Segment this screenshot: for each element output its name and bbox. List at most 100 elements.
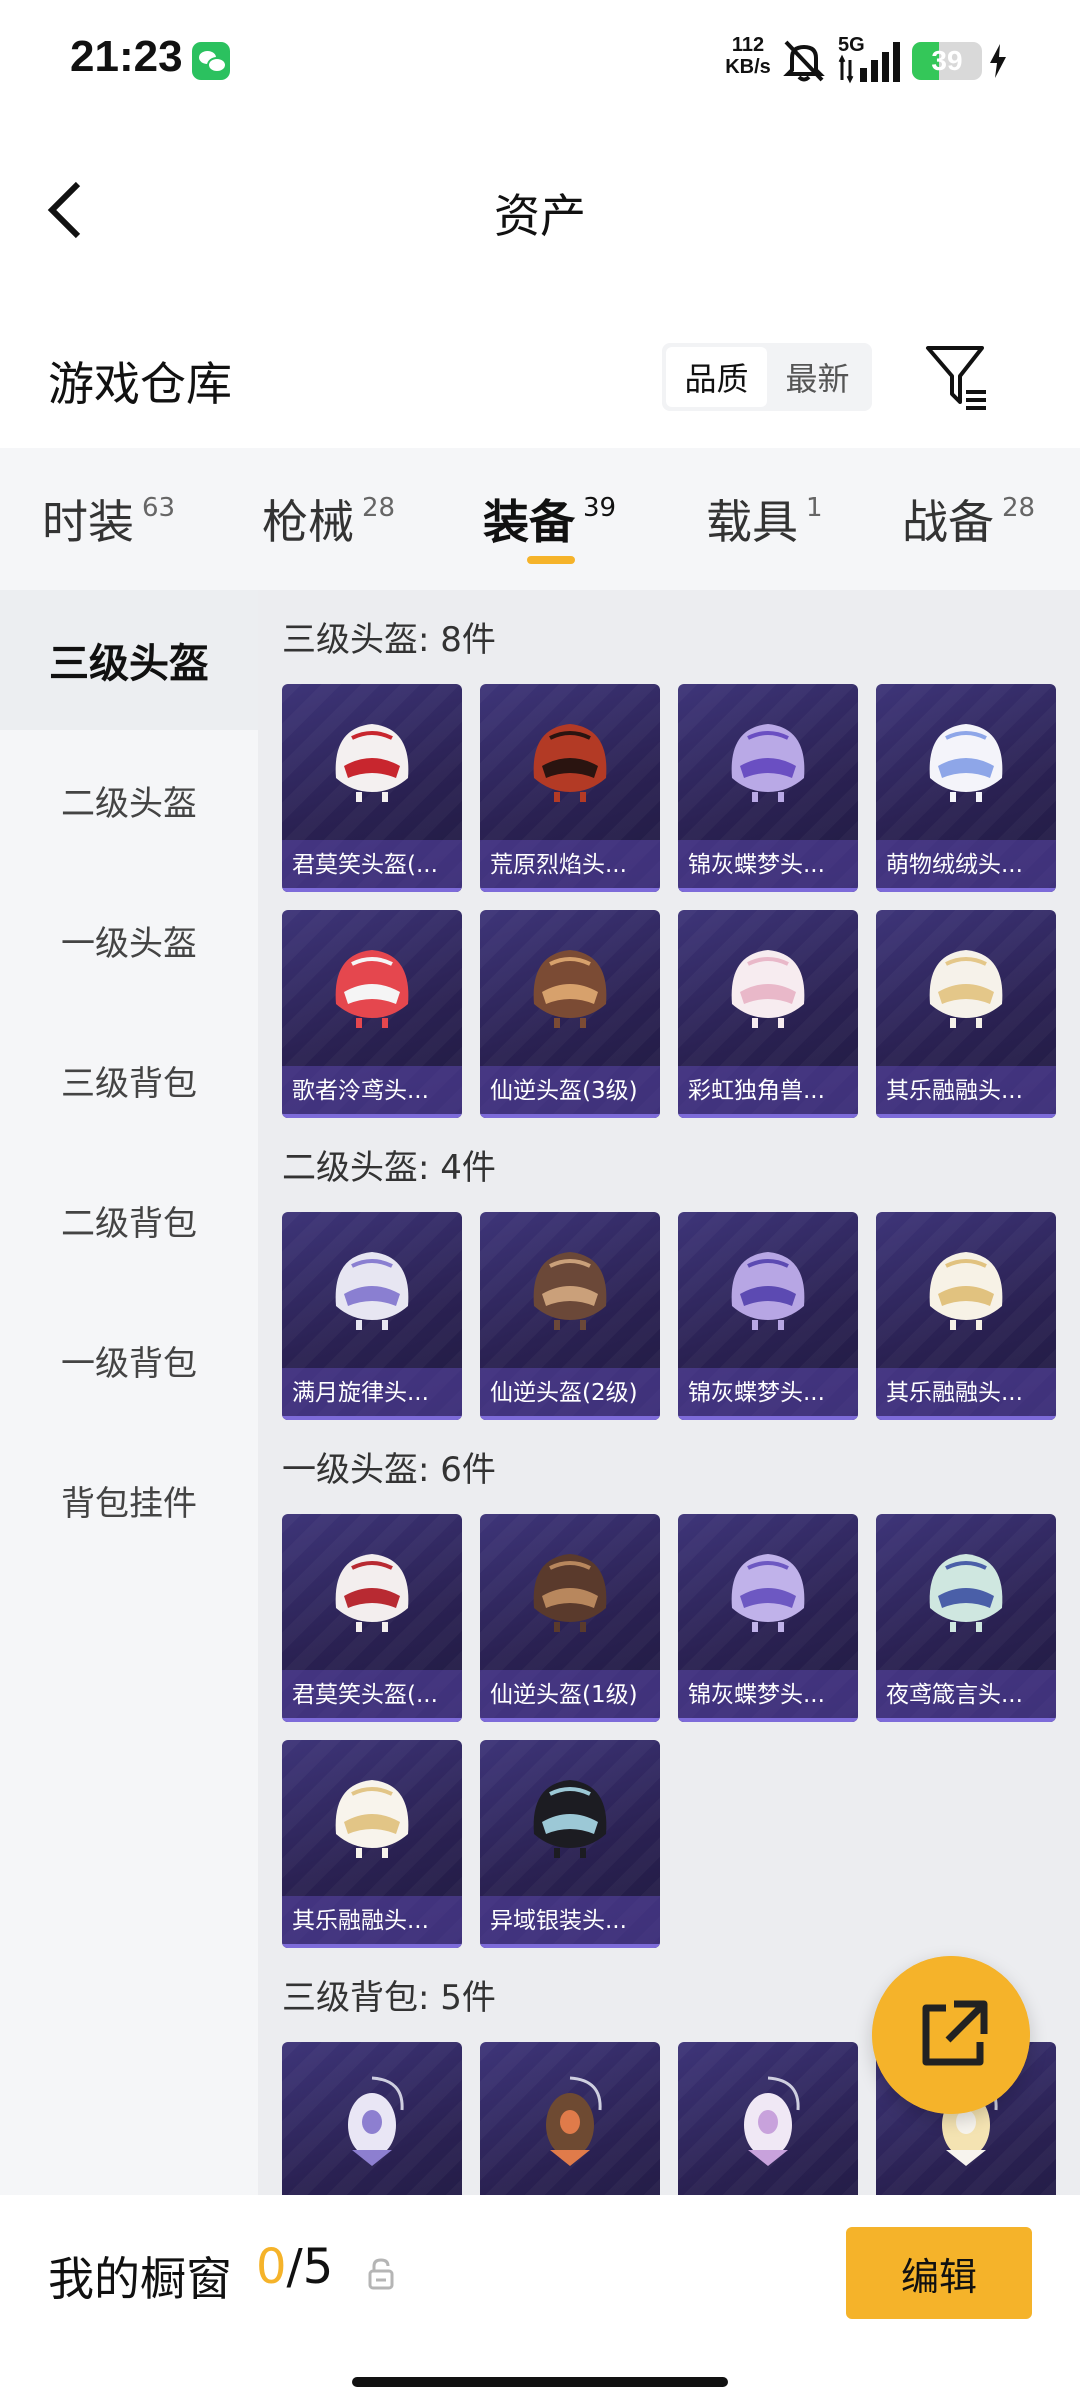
- kite-helmet-icon: [929, 1554, 1003, 1632]
- section-title: 一级头盔: 6件: [282, 1450, 496, 1490]
- item-card[interactable]: 其乐融融头...: [876, 910, 1056, 1118]
- share-button[interactable]: [872, 1956, 1030, 2114]
- item-card[interactable]: 君莫笑头盔(...: [282, 684, 462, 892]
- cream-helmet-icon: [335, 1780, 409, 1858]
- sort-newest-option[interactable]: 最新: [767, 347, 868, 407]
- cream-helmet-icon: [929, 950, 1003, 1028]
- dragon-helmet-icon: [533, 1252, 607, 1330]
- item-card[interactable]: 夜鸢箴言头...: [876, 1514, 1056, 1722]
- sort-quality-option[interactable]: 品质: [666, 347, 767, 407]
- item-card[interactable]: 锦灰蝶梦头...: [678, 684, 858, 892]
- item-card[interactable]: 其乐融融头...: [282, 1740, 462, 1948]
- equipment-sidebar: 三级头盔 二级头盔 一级头盔 三级背包 二级背包 一级背包 背包挂件: [0, 590, 258, 2195]
- item-card[interactable]: 锦灰蝶梦头...: [678, 1212, 858, 1420]
- singer-helmet-icon: [335, 950, 409, 1028]
- tab-firearms[interactable]: 枪械 28: [262, 448, 395, 590]
- showcase-bar: 我的橱窗 0/5 编辑: [0, 2195, 1080, 2403]
- section-title: 三级背包: 5件: [282, 1978, 496, 2018]
- sidebar-item-level1-backpack[interactable]: 一级背包: [0, 1290, 258, 1430]
- item-card[interactable]: 彩虹独角兽...: [678, 910, 858, 1118]
- item-card[interactable]: 君莫笑头盔(...: [282, 1514, 462, 1722]
- item-card[interactable]: 歌者泠鸢头...: [282, 910, 462, 1118]
- item-label: 异域银装头...: [480, 1896, 660, 1948]
- tab-vehicles[interactable]: 载具 1: [706, 448, 823, 590]
- item-card[interactable]: 异域银装头...: [480, 1740, 660, 1948]
- mute-bell-icon: [783, 40, 825, 82]
- tab-label: 战备: [902, 495, 994, 549]
- item-label: 锦灰蝶梦头...: [678, 1670, 858, 1722]
- tab-fashion[interactable]: 时装 63: [42, 448, 175, 590]
- item-label: 君莫笑头盔(...: [282, 1670, 462, 1722]
- item-label: 其乐融融头...: [282, 1896, 462, 1948]
- butterfly-helmet-icon: [731, 1252, 805, 1330]
- page-title: 资产: [494, 189, 586, 243]
- unicorn-helmet-icon: [731, 950, 805, 1028]
- moon-helmet-icon: [335, 1252, 409, 1330]
- tab-label: 载具: [706, 495, 798, 549]
- item-label: 萌物绒绒头...: [876, 840, 1056, 892]
- battery-indicator: 39: [912, 42, 982, 80]
- edit-button[interactable]: 编辑: [846, 2227, 1032, 2319]
- sidebar-item-level2-helmet[interactable]: 二级头盔: [0, 730, 258, 870]
- tab-label: 装备: [483, 495, 575, 549]
- wechat-notification-icon: [192, 42, 230, 80]
- item-label: 仙逆头盔(1级): [480, 1670, 660, 1722]
- red-white-helmet-icon: [335, 1554, 409, 1632]
- sidebar-item-level3-backpack[interactable]: 三级背包: [0, 1010, 258, 1150]
- item-card[interactable]: 荒原烈焰头...: [480, 684, 660, 892]
- item-card[interactable]: 其乐融融头...: [876, 1212, 1056, 1420]
- showcase-total: /5: [286, 2239, 334, 2295]
- item-card[interactable]: 满月旋律头...: [282, 1212, 462, 1420]
- sort-toggle: 品质 最新: [662, 343, 872, 411]
- item-label: 荒原烈焰头...: [480, 840, 660, 892]
- tab-combat-gear[interactable]: 战备 28: [902, 448, 1035, 590]
- item-label: 夜鸢箴言头...: [876, 1670, 1056, 1722]
- butterfly-helmet-icon: [731, 724, 805, 802]
- tab-label: 枪械: [262, 495, 354, 549]
- warehouse-title: 游戏仓库: [48, 357, 232, 411]
- sidebar-item-level2-backpack[interactable]: 二级背包: [0, 1150, 258, 1290]
- tab-count: 28: [1002, 493, 1036, 523]
- showcase-count: 0/5: [256, 2239, 333, 2295]
- tab-count: 63: [142, 493, 176, 523]
- item-card[interactable]: 仙逆头盔(3级): [480, 910, 660, 1118]
- section-title: 三级头盔: 8件: [282, 620, 496, 660]
- item-card[interactable]: 仙逆头盔(1级): [480, 1514, 660, 1722]
- item-label: 君莫笑头盔(...: [282, 840, 462, 892]
- sidebar-item-backpack-charm[interactable]: 背包挂件: [0, 1430, 258, 1570]
- tab-label: 时装: [42, 495, 134, 549]
- battery-level: 39: [931, 45, 963, 76]
- sidebar-item-level3-helmet[interactable]: 三级头盔: [0, 590, 258, 730]
- active-tab-indicator: [527, 556, 575, 564]
- item-label: 彩虹独角兽...: [678, 1066, 858, 1118]
- item-label: 锦灰蝶梦头...: [678, 1368, 858, 1420]
- status-bar: 21:23 112 KB/s 5G 39: [0, 0, 1080, 120]
- plush-helmet-icon: [929, 724, 1003, 802]
- tab-equipment[interactable]: 装备 39: [483, 448, 616, 590]
- home-indicator[interactable]: [352, 2377, 728, 2387]
- item-grid: 三级头盔: 8件 君莫笑头盔(... 荒原烈焰头... 锦灰蝶梦头... 萌物绒…: [258, 590, 1080, 2195]
- network-speed: 112 KB/s: [718, 34, 778, 78]
- dragon-helmet-icon: [533, 1554, 607, 1632]
- tab-count: 1: [806, 493, 823, 523]
- item-label: 锦灰蝶梦头...: [678, 840, 858, 892]
- item-card[interactable]: 仙逆头盔(2级): [480, 1212, 660, 1420]
- item-card[interactable]: [480, 2042, 660, 2195]
- item-card[interactable]: 锦灰蝶梦头...: [678, 1514, 858, 1722]
- signal-icon: [838, 42, 900, 84]
- tab-count: 39: [583, 493, 617, 523]
- item-label: 其乐融融头...: [876, 1368, 1056, 1420]
- item-card[interactable]: 萌物绒绒头...: [876, 684, 1056, 892]
- red-white-helmet-icon: [335, 724, 409, 802]
- network-speed-unit: KB/s: [725, 56, 771, 78]
- item-card[interactable]: [678, 2042, 858, 2195]
- item-label: 仙逆头盔(3级): [480, 1066, 660, 1118]
- bow-backpack-icon: [744, 2076, 800, 2166]
- filter-icon[interactable]: [924, 342, 990, 412]
- header: 资产: [0, 150, 1080, 270]
- silver-helmet-icon: [533, 1780, 607, 1858]
- sidebar-item-level1-helmet[interactable]: 一级头盔: [0, 870, 258, 1010]
- category-tabs: 时装 63 枪械 28 装备 39 载具 1 战备 28: [0, 448, 1080, 590]
- item-card[interactable]: [282, 2042, 462, 2195]
- flame-helmet-icon: [533, 724, 607, 802]
